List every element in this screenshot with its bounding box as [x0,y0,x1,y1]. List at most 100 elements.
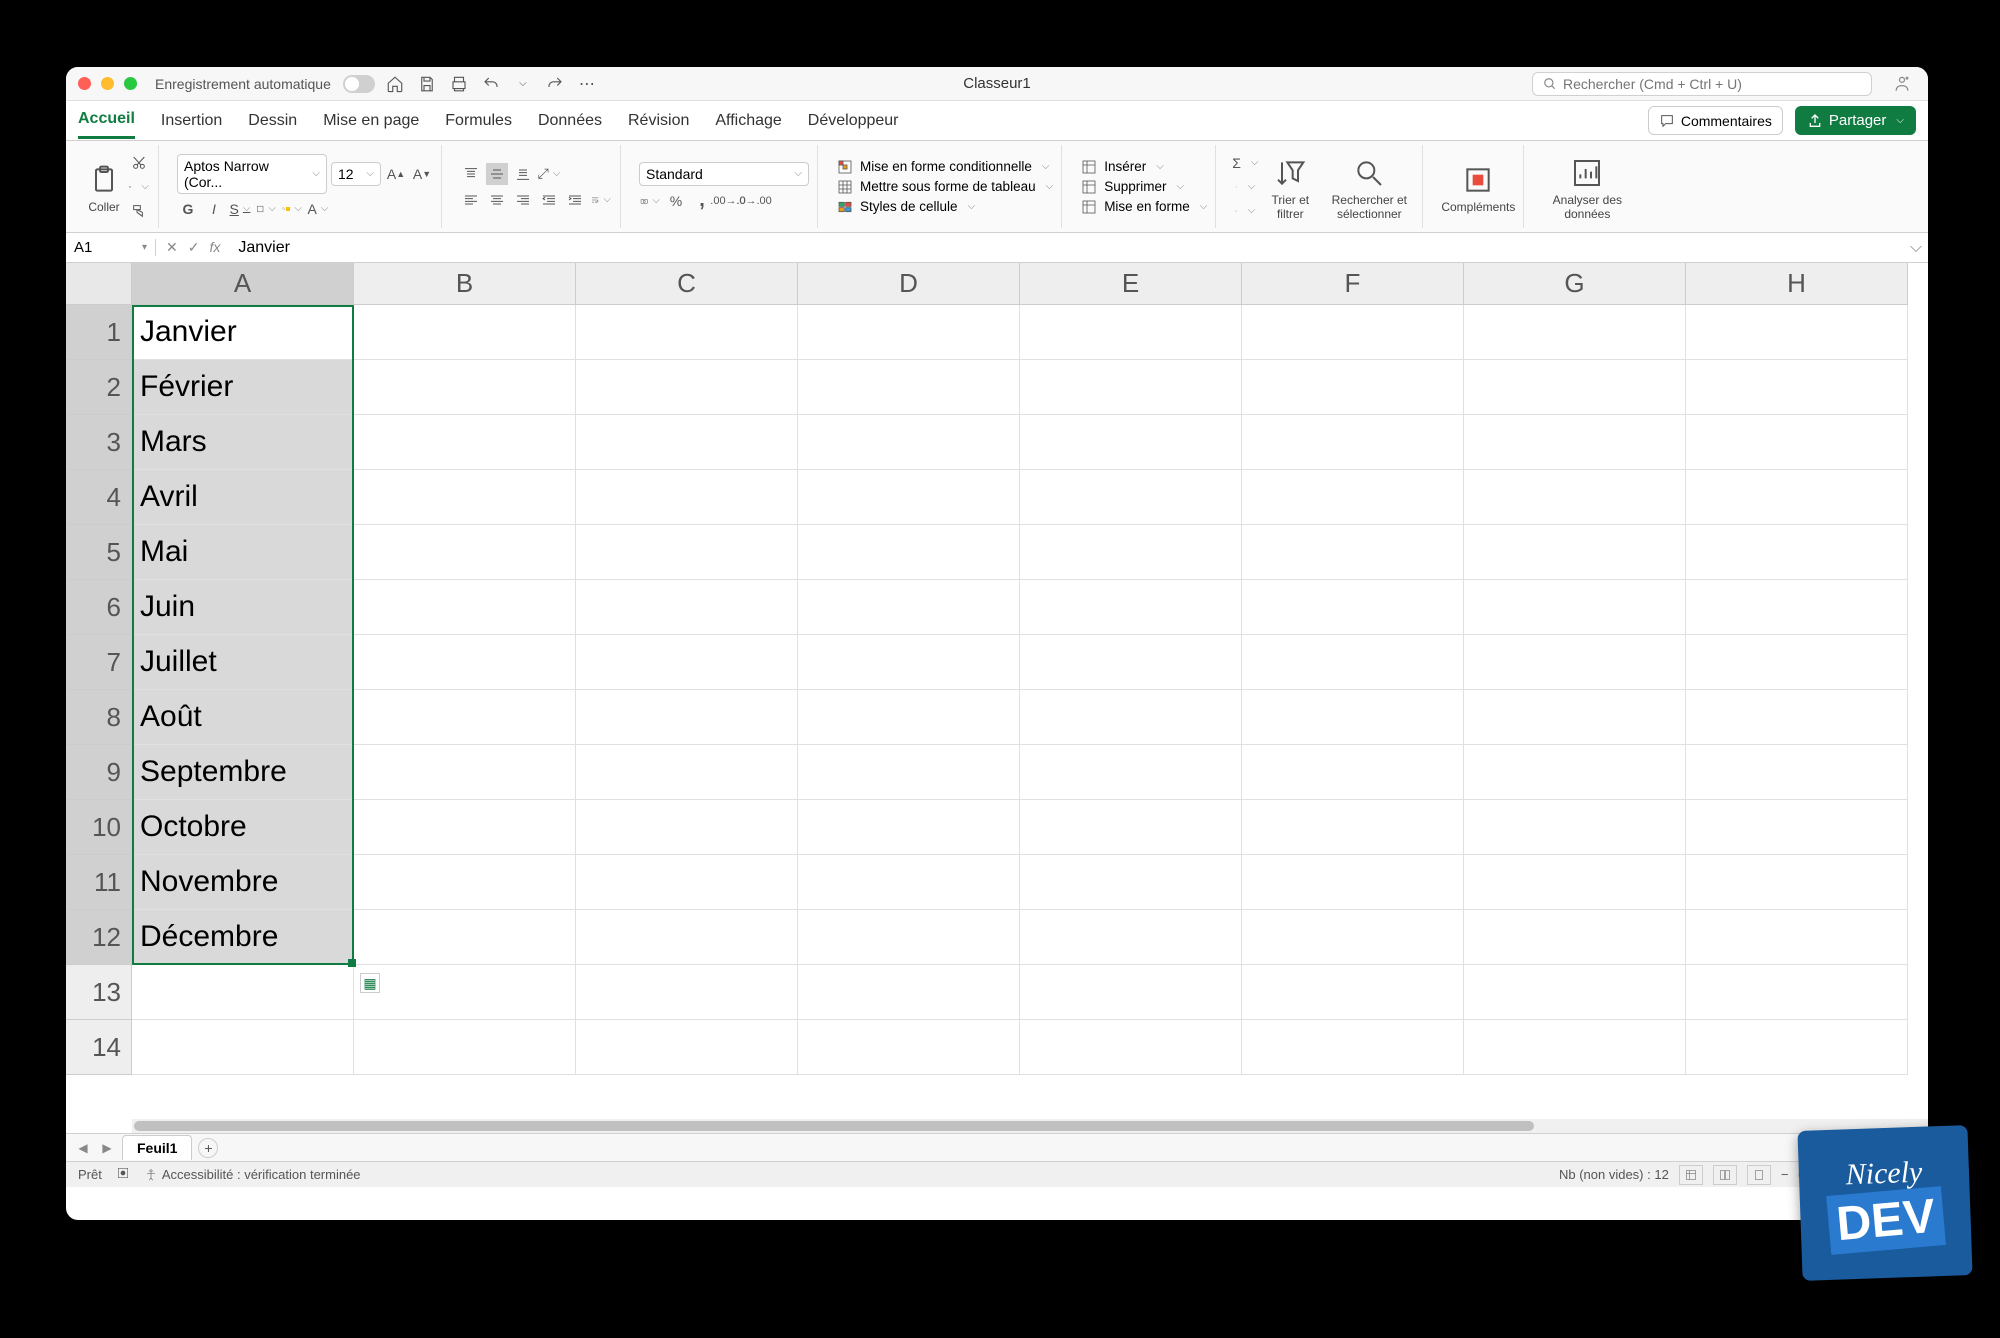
cell-A10[interactable]: Octobre [132,800,354,855]
home-icon[interactable] [383,72,407,96]
macro-record-icon[interactable] [116,1166,130,1183]
font-color-button[interactable]: A⌵ [307,198,329,220]
borders-button[interactable]: ⌵ [255,198,277,220]
cancel-formula-icon[interactable]: ✕ [166,239,178,256]
comments-button[interactable]: Commentaires [1648,106,1783,135]
cell-H5[interactable] [1686,525,1908,580]
cell-B7[interactable] [354,635,576,690]
cell-C12[interactable] [576,910,798,965]
redo-icon[interactable] [543,72,567,96]
autosave-toggle[interactable] [343,75,375,93]
cell-G13[interactable] [1464,965,1686,1020]
more-icon[interactable]: ⋯ [575,72,599,96]
cell-H1[interactable] [1686,305,1908,360]
cell-A11[interactable]: Novembre [132,855,354,910]
tab-accueil[interactable]: Accueil [78,102,135,139]
cell-C7[interactable] [576,635,798,690]
cell-E11[interactable] [1020,855,1242,910]
format-as-table-button[interactable]: Mettre sous forme de tableau⌵ [836,178,1053,196]
row-header-6[interactable]: 6 [66,580,132,635]
cell-E4[interactable] [1020,470,1242,525]
sheet-nav-next[interactable]: ▶ [98,1139,116,1157]
cell-B9[interactable] [354,745,576,800]
formula-input[interactable]: Janvier [230,239,1904,257]
cell-D3[interactable] [798,415,1020,470]
accessibility-status[interactable]: Accessibilité : vérification terminée [144,1167,361,1182]
cell-A1[interactable]: Janvier [132,305,354,360]
formula-bar-expand-icon[interactable]: ⌵ [1904,239,1928,257]
row-header-2[interactable]: 2 [66,360,132,415]
search-input[interactable] [1563,76,1861,92]
cell-A9[interactable]: Septembre [132,745,354,800]
cell-D1[interactable] [798,305,1020,360]
cell-H11[interactable] [1686,855,1908,910]
copy-icon[interactable]: ⌵ [128,176,150,198]
autofill-options-button[interactable]: ▦ [360,973,380,993]
cell-B8[interactable] [354,690,576,745]
row-header-14[interactable]: 14 [66,1020,132,1075]
cell-F10[interactable] [1242,800,1464,855]
cell-B3[interactable] [354,415,576,470]
decrease-indent-icon[interactable] [538,189,560,211]
cell-E14[interactable] [1020,1020,1242,1075]
row-header-11[interactable]: 11 [66,855,132,910]
cell-C5[interactable] [576,525,798,580]
cell-C11[interactable] [576,855,798,910]
row-header-1[interactable]: 1 [66,305,132,360]
decrease-font-icon[interactable]: A▼ [411,163,433,185]
cell-C2[interactable] [576,360,798,415]
cell-F3[interactable] [1242,415,1464,470]
cell-A2[interactable]: Février [132,360,354,415]
cell-F8[interactable] [1242,690,1464,745]
cell-H6[interactable] [1686,580,1908,635]
cell-H14[interactable] [1686,1020,1908,1075]
cell-D5[interactable] [798,525,1020,580]
select-all-corner[interactable] [66,263,132,305]
row-header-10[interactable]: 10 [66,800,132,855]
font-size-selector[interactable]: 12⌵ [331,162,381,186]
format-cells-button[interactable]: Mise en forme⌵ [1080,198,1207,216]
cell-D4[interactable] [798,470,1020,525]
format-painter-icon[interactable] [128,200,150,222]
increase-indent-icon[interactable] [564,189,586,211]
cell-H2[interactable] [1686,360,1908,415]
cell-E9[interactable] [1020,745,1242,800]
tab-revision[interactable]: Révision [628,104,689,138]
cell-C6[interactable] [576,580,798,635]
cell-G3[interactable] [1464,415,1686,470]
tab-donnees[interactable]: Données [538,104,602,138]
cell-D7[interactable] [798,635,1020,690]
tab-mise-en-page[interactable]: Mise en page [323,104,419,138]
cell-H10[interactable] [1686,800,1908,855]
cell-A4[interactable]: Avril [132,470,354,525]
cell-F9[interactable] [1242,745,1464,800]
number-format-selector[interactable]: Standard⌵ [639,162,809,186]
cell-C10[interactable] [576,800,798,855]
align-right-icon[interactable] [512,189,534,211]
clear-icon[interactable]: ⌵ [1234,200,1256,222]
paste-icon[interactable] [84,160,124,200]
cell-A3[interactable]: Mars [132,415,354,470]
sheet-nav-prev[interactable]: ◀ [74,1139,92,1157]
cell-A7[interactable]: Juillet [132,635,354,690]
tab-dessin[interactable]: Dessin [248,104,297,138]
horizontal-scrollbar[interactable] [132,1119,1928,1133]
search-box[interactable] [1532,72,1872,96]
cell-D14[interactable] [798,1020,1020,1075]
cell-F4[interactable] [1242,470,1464,525]
row-header-8[interactable]: 8 [66,690,132,745]
align-top-icon[interactable] [460,163,482,185]
cell-D2[interactable] [798,360,1020,415]
fx-icon[interactable]: fx [209,239,220,256]
cell-D12[interactable] [798,910,1020,965]
cell-C14[interactable] [576,1020,798,1075]
align-middle-icon[interactable] [486,163,508,185]
cell-H8[interactable] [1686,690,1908,745]
save-icon[interactable] [415,72,439,96]
cell-G2[interactable] [1464,360,1686,415]
cell-H4[interactable] [1686,470,1908,525]
cut-icon[interactable] [128,152,150,174]
cell-D10[interactable] [798,800,1020,855]
cell-A5[interactable]: Mai [132,525,354,580]
column-header-D[interactable]: D [798,263,1020,305]
